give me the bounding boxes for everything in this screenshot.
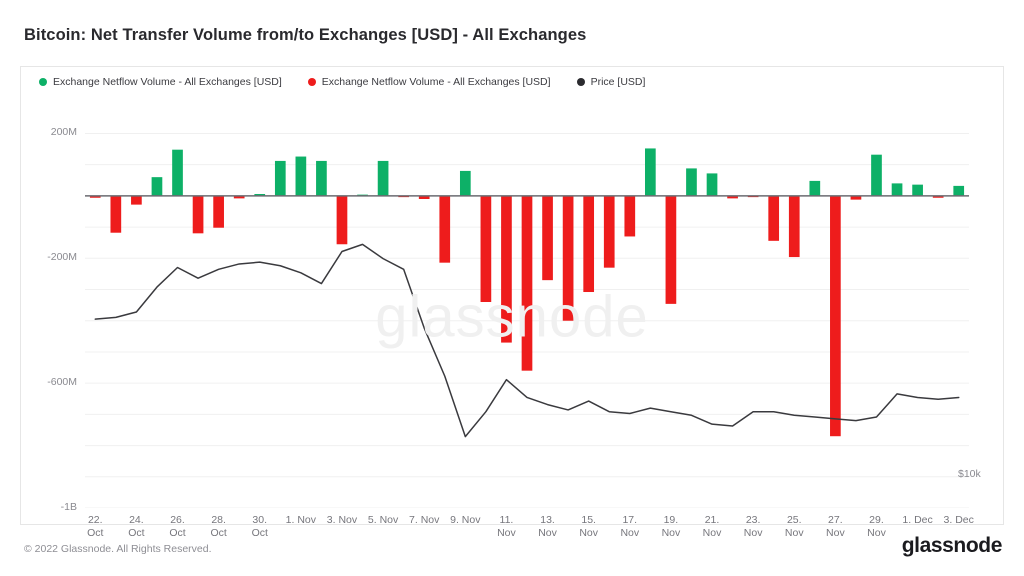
x-axis-tick-label: 15. Nov <box>579 514 599 539</box>
black-dot-icon <box>576 78 585 86</box>
x-axis-tick-label: 1. Nov <box>285 514 317 526</box>
netflow-bar[interactable] <box>624 195 636 237</box>
page-title: Bitcoin: Net Transfer Volume from/to Exc… <box>24 26 587 44</box>
x-axis-tick-label: 27. Nov <box>826 514 845 539</box>
netflow-bar[interactable] <box>131 195 142 205</box>
legend-label: Exchange Netflow Volume - All Exchanges … <box>53 76 282 88</box>
x-axis-tick-label: 7. Nov <box>409 514 440 526</box>
netflow-bar[interactable] <box>562 195 574 321</box>
x-axis-tick-label: 26. Oct <box>169 514 186 539</box>
bar-series <box>89 148 965 437</box>
netflow-bar[interactable] <box>213 195 224 228</box>
footer-logo: glassnode <box>901 534 1003 557</box>
netflow-bar[interactable] <box>809 180 821 196</box>
netflow-bar[interactable] <box>706 173 718 196</box>
netflow-bar[interactable] <box>439 195 451 263</box>
x-axis-tick-label: 9. Nov <box>450 514 481 526</box>
x-axis-tick-label: 5. Nov <box>367 514 399 526</box>
red-dot-icon <box>307 78 316 86</box>
x-axis-tick-label: 11. Nov <box>497 514 516 539</box>
netflow-bar[interactable] <box>501 195 512 343</box>
plot-area <box>85 96 969 508</box>
x-axis-tick-label: 3. Nov <box>326 514 358 526</box>
netflow-bar[interactable] <box>274 160 286 196</box>
netflow-bar[interactable] <box>871 154 882 196</box>
y-axis-tick-label: -600M <box>47 376 77 389</box>
green-dot-icon <box>39 78 47 86</box>
netflow-bar[interactable] <box>151 177 163 196</box>
x-axis-tick-label: 29. Nov <box>867 514 886 539</box>
chart-svg <box>85 132 969 508</box>
netflow-bar[interactable] <box>830 195 841 437</box>
x-axis-tick-label: 3. Dec <box>943 514 974 526</box>
x-axis-tick-label: 24. Oct <box>128 514 145 539</box>
right-axis-label: $10k <box>958 468 981 480</box>
netflow-bar[interactable] <box>295 156 307 196</box>
netflow-bar[interactable] <box>542 195 553 281</box>
chart-card: Exchange Netflow Volume - All Exchanges … <box>20 66 1004 539</box>
netflow-bar[interactable] <box>686 168 697 196</box>
netflow-bar[interactable] <box>583 195 595 293</box>
legend-item-price[interactable]: Price [USD] <box>576 76 646 88</box>
netflow-bar[interactable] <box>316 160 327 196</box>
x-axis-tick-label: 25. Nov <box>784 514 804 539</box>
y-axis-tick-label: -200M <box>47 251 77 264</box>
netflow-bar[interactable] <box>172 149 183 196</box>
netflow-bar[interactable] <box>192 195 204 234</box>
netflow-bar[interactable] <box>953 185 965 196</box>
netflow-bar[interactable] <box>891 183 903 196</box>
netflow-bar[interactable] <box>788 195 800 258</box>
chart-page: Bitcoin: Net Transfer Volume from/to Exc… <box>0 0 1024 576</box>
netflow-bar[interactable] <box>336 195 348 245</box>
y-axis-tick-label: 200M <box>50 126 77 139</box>
netflow-bar[interactable] <box>110 195 122 233</box>
x-axis-tick-label: 21. Nov <box>702 514 722 539</box>
netflow-bar[interactable] <box>665 195 677 304</box>
legend-item-netflow-negative[interactable]: Exchange Netflow Volume - All Exchanges … <box>307 76 551 88</box>
legend-label: Price [USD] <box>590 76 646 88</box>
netflow-bar[interactable] <box>377 160 389 196</box>
chart-legend: Exchange Netflow Volume - All Exchanges … <box>39 76 645 88</box>
y-axis-tick-label: -1B <box>60 501 77 513</box>
x-axis-tick-label: 13. Nov <box>538 514 557 539</box>
netflow-bar[interactable] <box>645 148 656 196</box>
x-axis-tick-label: 23. Nov <box>743 514 763 539</box>
footer-copyright: © 2022 Glassnode. All Rights Reserved. <box>24 543 212 555</box>
netflow-bar[interactable] <box>912 184 923 196</box>
x-axis-tick-label: 22. Oct <box>87 514 104 539</box>
netflow-bar[interactable] <box>603 195 615 268</box>
netflow-bar[interactable] <box>768 195 780 241</box>
x-axis-tick-label: 19. Nov <box>661 514 681 539</box>
legend-label: Exchange Netflow Volume - All Exchanges … <box>321 76 551 88</box>
x-axis-tick-label: 30. Oct <box>251 514 268 539</box>
legend-item-netflow-positive[interactable]: Exchange Netflow Volume - All Exchanges … <box>39 76 282 88</box>
netflow-bar[interactable] <box>521 195 533 371</box>
x-axis-tick-label: 28. Oct <box>210 514 227 539</box>
x-axis-tick-label: 17. Nov <box>620 514 640 539</box>
netflow-bar[interactable] <box>480 195 492 302</box>
x-axis-tick-label: 1. Dec <box>902 514 933 526</box>
netflow-bar[interactable] <box>459 170 471 196</box>
